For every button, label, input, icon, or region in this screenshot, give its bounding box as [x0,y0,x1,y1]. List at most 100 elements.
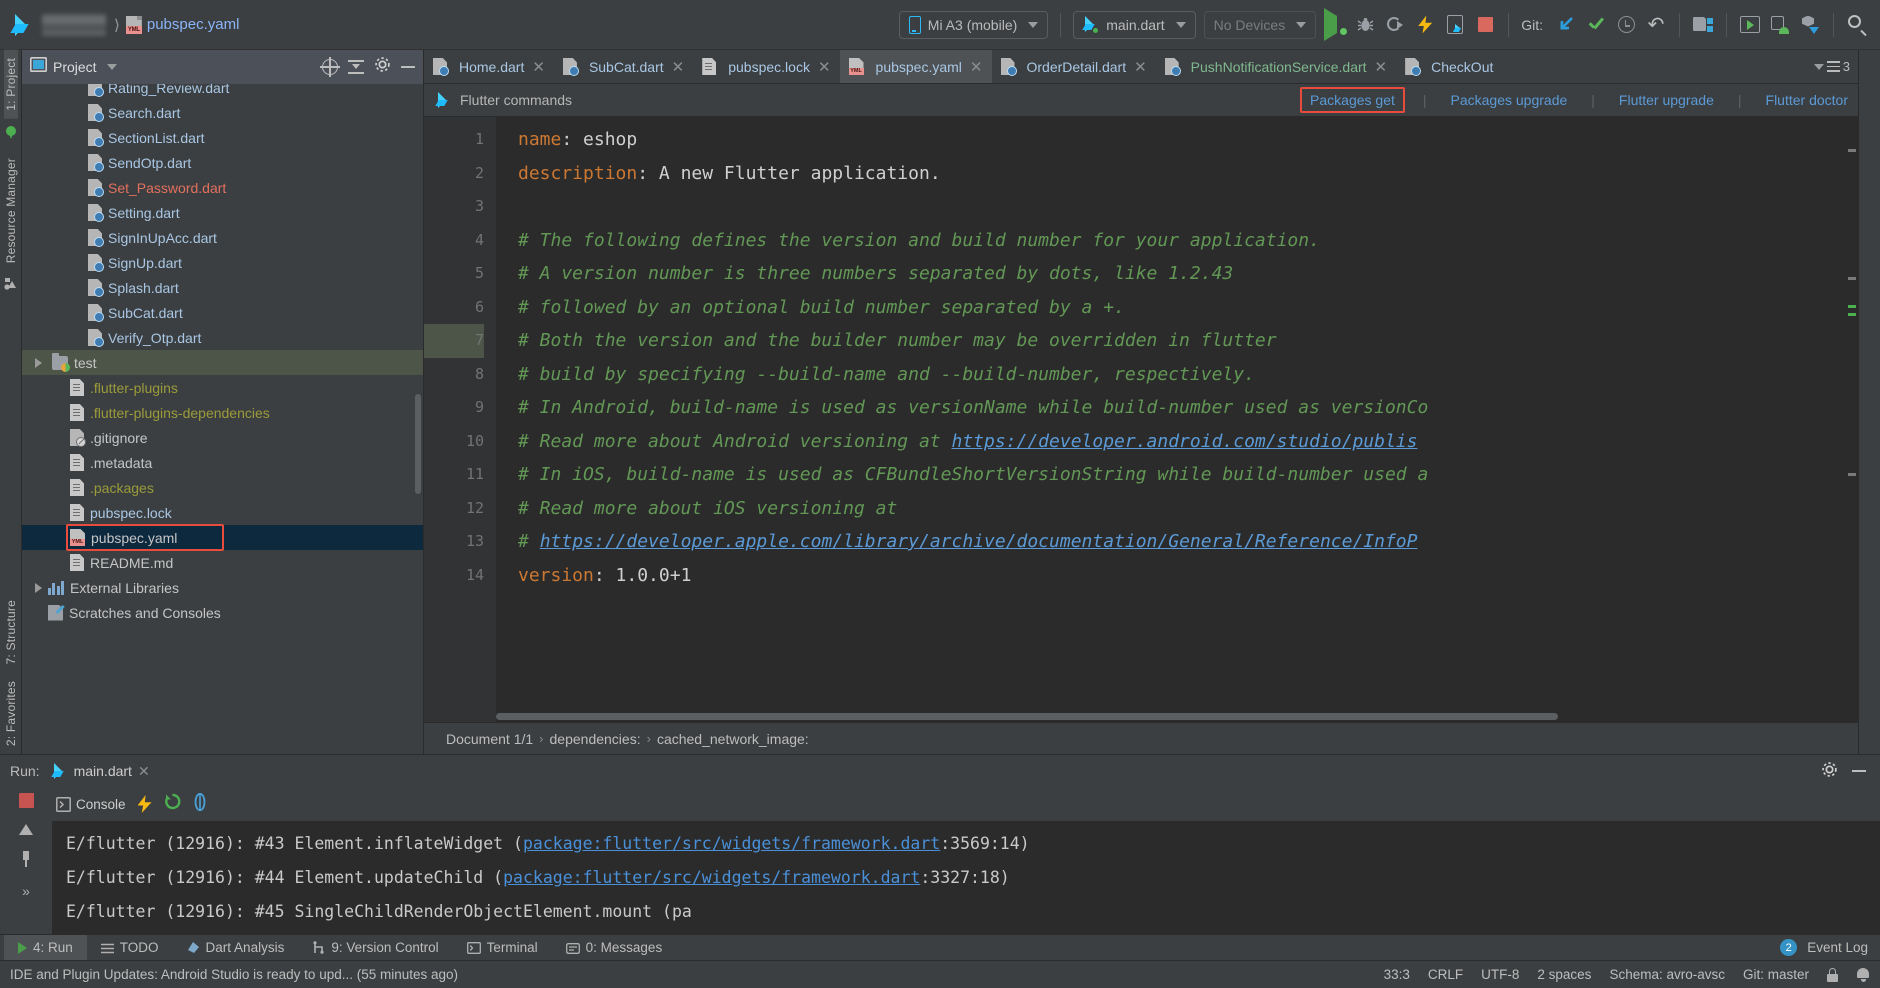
flutter-inspector-icon[interactable] [4,125,18,144]
open-devtools-icon[interactable] [193,793,207,816]
debug-button[interactable] [1350,10,1380,40]
code-line[interactable]: # A version number is three numbers sepa… [518,257,1845,291]
project-tree[interactable]: Rating_Review.dartSearch.dartSectionList… [22,84,423,754]
code-line[interactable]: # Both the version and the builder numbe… [518,324,1845,358]
close-icon[interactable]: ✕ [532,58,545,76]
flutter-command-flutter-doctor[interactable]: Flutter doctor [1756,89,1858,111]
close-icon[interactable]: ✕ [1375,58,1388,76]
code-line[interactable]: version: 1.0.0+1 [518,559,1845,593]
no-devices-selector[interactable]: No Devices [1204,11,1317,39]
editor-tab[interactable]: SubCat.dart✕ [554,50,693,83]
profile-button[interactable] [1380,10,1410,40]
tool-window-4-run[interactable]: 4: Run [4,935,87,961]
notifications-icon[interactable] [1856,967,1870,982]
event-log-button[interactable]: Event Log [1807,940,1868,955]
code-content[interactable]: name: eshopdescription: A new Flutter ap… [496,117,1845,722]
sidebar-item-project[interactable]: 1: Project [4,50,18,119]
editor-tab[interactable]: YMLpubspec.yaml✕ [840,50,992,83]
tool-window-0-messages[interactable]: 0: Messages [552,935,677,961]
hide-panel-icon[interactable] [401,66,415,68]
close-icon[interactable]: ✕ [1134,58,1147,76]
indent-setting[interactable]: 2 spaces [1537,967,1591,982]
avd-manager-button[interactable] [1735,10,1765,40]
console-output[interactable]: E/flutter (12916): #43 Element.inflateWi… [52,821,1880,934]
code-line[interactable]: name: eshop [518,123,1845,157]
search-everywhere-button[interactable] [1842,10,1872,40]
run-tab-main-dart[interactable]: main.dart ✕ [52,763,150,780]
sidebar-item-resource-manager[interactable]: Resource Manager [4,150,18,271]
code-line[interactable]: # build by specifying --build-name and -… [518,358,1845,392]
chevron-down-icon[interactable] [107,64,117,70]
code-line[interactable]: # Read more about Android versioning at … [518,425,1845,459]
tree-item[interactable]: .gitignore [22,425,423,450]
editor-tab[interactable]: CheckOut [1396,50,1502,83]
tree-item[interactable]: pubspec.lock [22,500,423,525]
git-update-button[interactable] [1551,10,1581,40]
editor-marker-rail[interactable] [1845,117,1858,722]
flutter-command-packages-get[interactable]: Packages get [1300,87,1405,113]
tree-item[interactable]: SectionList.dart [22,125,423,150]
tree-item[interactable]: Set_Password.dart [22,175,423,200]
tool-window-todo[interactable]: TODO [87,935,173,961]
hide-panel-icon[interactable] [1852,770,1866,772]
tab-overflow-menu[interactable]: 3 [1802,50,1858,83]
tree-item[interactable]: Search.dart [22,100,423,125]
code-editor[interactable]: 1234567891011121314 name: eshopdescripti… [424,117,1858,722]
code-line[interactable]: # The following defines the version and … [518,224,1845,258]
tool-window-dart-analysis[interactable]: Dart Analysis [173,935,299,961]
tree-item[interactable]: SendOtp.dart [22,150,423,175]
close-icon[interactable]: ✕ [970,58,983,76]
code-line[interactable]: # In iOS, build-name is used as CFBundle… [518,458,1845,492]
gear-icon[interactable] [1821,761,1838,781]
expand-arrow[interactable] [28,583,48,593]
tree-item[interactable]: External Libraries [22,575,423,600]
tree-item[interactable]: SignUp.dart [22,250,423,275]
status-message[interactable]: IDE and Plugin Updates: Android Studio i… [10,967,458,982]
tree-item[interactable]: .flutter-plugins-dependencies [22,400,423,425]
file-encoding[interactable]: UTF-8 [1481,967,1519,982]
tree-item[interactable]: Setting.dart [22,200,423,225]
code-line[interactable]: description: A new Flutter application. [518,157,1845,191]
flutter-command-packages-upgrade[interactable]: Packages upgrade [1441,89,1578,111]
code-line[interactable]: # In Android, build-name is used as vers… [518,391,1845,425]
flutter-command-flutter-upgrade[interactable]: Flutter upgrade [1609,89,1724,111]
tree-item[interactable]: .packages [22,475,423,500]
tree-item[interactable]: Scratches and Consoles [22,600,423,625]
editor-horizontal-scrollbar[interactable] [496,713,1558,720]
stop-button[interactable] [1470,10,1500,40]
caret-position[interactable]: 33:3 [1384,967,1410,982]
lock-icon[interactable] [1827,968,1838,982]
device-selector[interactable]: Mi A3 (mobile) [899,11,1048,39]
line-separator[interactable]: CRLF [1428,967,1463,982]
git-commit-button[interactable] [1581,10,1611,40]
close-icon[interactable]: ✕ [672,58,685,76]
git-history-button[interactable] [1611,10,1641,40]
run-button[interactable] [1320,10,1350,40]
sdk-manager-button[interactable] [1765,10,1795,40]
code-line[interactable]: # Read more about iOS versioning at [518,492,1845,526]
console-link[interactable]: package:flutter/src/widgets/framework.da… [503,868,920,887]
pin-icon[interactable] [19,851,33,867]
tree-item[interactable]: Verify_Otp.dart [22,325,423,350]
hot-reload-icon[interactable] [138,795,152,813]
editor-tab[interactable]: PushNotificationService.dart✕ [1156,50,1396,83]
schema-setting[interactable]: Schema: avro-avsc [1609,967,1725,982]
editor-breadcrumb-item[interactable]: Document 1/1 [446,731,533,747]
collapse-all-icon[interactable] [348,60,364,74]
project-name-blurred[interactable] [42,14,106,36]
tree-item[interactable]: SignInUpAcc.dart [22,225,423,250]
close-icon[interactable]: ✕ [818,58,831,76]
git-rollback-button[interactable]: ↶ [1641,10,1671,40]
sdk-download-button[interactable] [1795,10,1825,40]
code-line[interactable]: # followed by an optional build number s… [518,291,1845,325]
tree-item[interactable]: YMLpubspec.yaml [22,525,423,550]
tree-item[interactable]: .flutter-plugins [22,375,423,400]
expand-arrow[interactable] [28,358,48,368]
gear-icon[interactable] [374,56,391,78]
scroll-up-icon[interactable] [19,824,33,835]
editor-tab[interactable]: OrderDetail.dart✕ [992,50,1156,83]
locate-file-icon[interactable] [322,59,338,75]
tool-window-terminal[interactable]: Terminal [453,935,552,961]
close-icon[interactable]: ✕ [138,763,150,780]
stop-icon[interactable] [19,793,34,808]
